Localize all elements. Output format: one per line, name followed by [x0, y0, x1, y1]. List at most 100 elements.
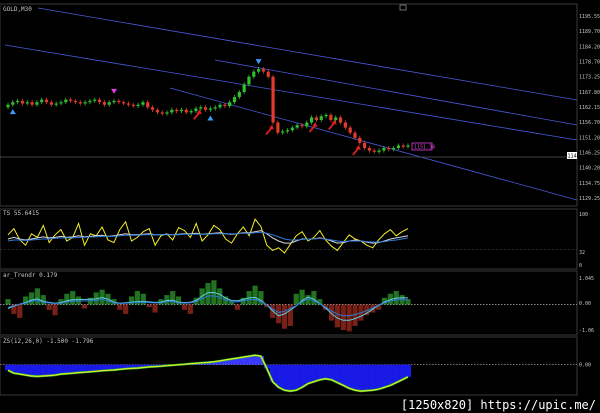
zs-bar: [369, 364, 376, 391]
trend-bar: [146, 304, 152, 308]
candle-body: [107, 102, 111, 105]
candle-body: [64, 99, 68, 103]
candle-body: [276, 122, 280, 133]
candle-body: [257, 69, 261, 72]
zs-bar: [346, 364, 353, 389]
candle-body: [179, 109, 184, 112]
trend-bar: [70, 291, 76, 305]
trend-bar: [234, 304, 241, 310]
zs-bar: [299, 364, 306, 388]
zs-bar: [316, 364, 323, 380]
candle-body: [367, 148, 372, 151]
price-tick-label: 1162.15: [579, 105, 600, 111]
ts-tick-label: 32: [579, 250, 585, 256]
candle-body: [208, 108, 213, 110]
zs-tick-label: 0.00: [579, 363, 591, 369]
trend-bar: [117, 304, 123, 310]
chart-canvas[interactable]: GOLD,M30 TS 55.6415 ar_Trendr 0.179 ZS(1…: [0, 0, 600, 413]
price-tick-label: 1140.20: [579, 166, 600, 172]
price-tick-label: 1134.75: [579, 181, 600, 187]
trend-bar: [52, 304, 58, 316]
candle-body: [228, 102, 232, 106]
candle-body: [295, 125, 299, 128]
candle-body: [141, 102, 145, 105]
price-tick-label: 1151.20: [579, 135, 600, 141]
candle-body: [348, 127, 352, 133]
zs-bar: [52, 364, 59, 376]
candle-body: [290, 127, 294, 131]
trend-bar: [334, 304, 341, 328]
trend-bar: [293, 293, 299, 305]
trend-bar: [252, 285, 258, 305]
candle-body: [372, 150, 376, 152]
zs-bar: [322, 364, 329, 379]
ts-tick-label: 0: [579, 263, 582, 269]
zs-bar: [63, 364, 70, 374]
candle-body: [59, 102, 63, 104]
ts-tick-label: 100: [579, 212, 588, 218]
candle-body: [343, 122, 347, 128]
zs-bar: [399, 364, 406, 380]
trend-tick-label: -1.06: [579, 328, 594, 334]
magenta-arrow-icon: [111, 88, 118, 94]
trend-bar: [311, 291, 317, 305]
price-tick-label: 1178.70: [579, 60, 600, 66]
candle-body: [247, 76, 251, 85]
price-tick-label: 1195.55: [579, 14, 600, 20]
candle-body: [252, 71, 256, 77]
candle-body: [112, 100, 116, 103]
blue-arrow-icon: [9, 109, 16, 115]
candle-body: [329, 114, 333, 120]
trend-tick-label: 1.045: [579, 276, 594, 282]
candle-body: [11, 102, 15, 105]
zs-bar: [357, 364, 364, 392]
zs-bar: [352, 364, 359, 391]
zs-bar: [363, 364, 370, 391]
candle-body: [160, 112, 164, 114]
candle-body: [35, 102, 39, 105]
candle-body: [20, 100, 25, 104]
candle-body: [232, 97, 237, 103]
candle-body: [324, 114, 328, 117]
candle-body: [266, 71, 270, 77]
trend-bar: [346, 304, 352, 332]
candle-body: [184, 109, 188, 113]
candle-body: [194, 108, 198, 112]
price-tick-label: 1129.25: [579, 196, 600, 202]
candle-body: [271, 76, 275, 123]
candle-body: [54, 103, 58, 105]
candle-body: [30, 102, 34, 105]
candle-body: [146, 102, 150, 108]
candle-body: [363, 142, 367, 148]
blue-arrow-icon: [255, 59, 262, 65]
zs-bar: [310, 364, 317, 382]
axis-labels: 1195.55 1189.70 1184.20 1178.70 1173.25 1167.…: [579, 14, 600, 369]
trend-channel-line: [4, 44, 578, 141]
candle-body: [387, 148, 391, 150]
candle-body: [314, 117, 319, 120]
maximize-icon[interactable]: [399, 4, 407, 11]
zs-bar: [34, 364, 41, 377]
price-tick-label: 1156.70: [579, 120, 600, 126]
candle-body: [218, 104, 222, 108]
trend-tick-label: 0.00: [579, 301, 591, 307]
candle-body: [199, 107, 203, 109]
trend-channel-line: [37, 7, 578, 101]
candle-body: [117, 100, 121, 103]
candle-body: [300, 125, 304, 127]
trend-panel-title: ar_Trendr 0.179: [3, 272, 58, 279]
candle-body: [377, 150, 381, 152]
trend-bar: [187, 304, 193, 314]
candle-body: [6, 104, 10, 108]
candle-body: [353, 132, 357, 138]
trend-bar: [75, 296, 82, 305]
trend-bar: [152, 304, 158, 313]
chart-window: GOLD,M30 TS 55.6415 ar_Trendr 0.179 ZS(1…: [0, 0, 600, 413]
candle-body: [310, 117, 314, 123]
candle-body: [358, 137, 362, 143]
price-tick-label: 1173.25: [579, 75, 600, 81]
trend-bar: [46, 304, 52, 310]
candle-body: [285, 130, 290, 132]
candle-body: [73, 100, 78, 103]
candle-body: [83, 102, 87, 104]
